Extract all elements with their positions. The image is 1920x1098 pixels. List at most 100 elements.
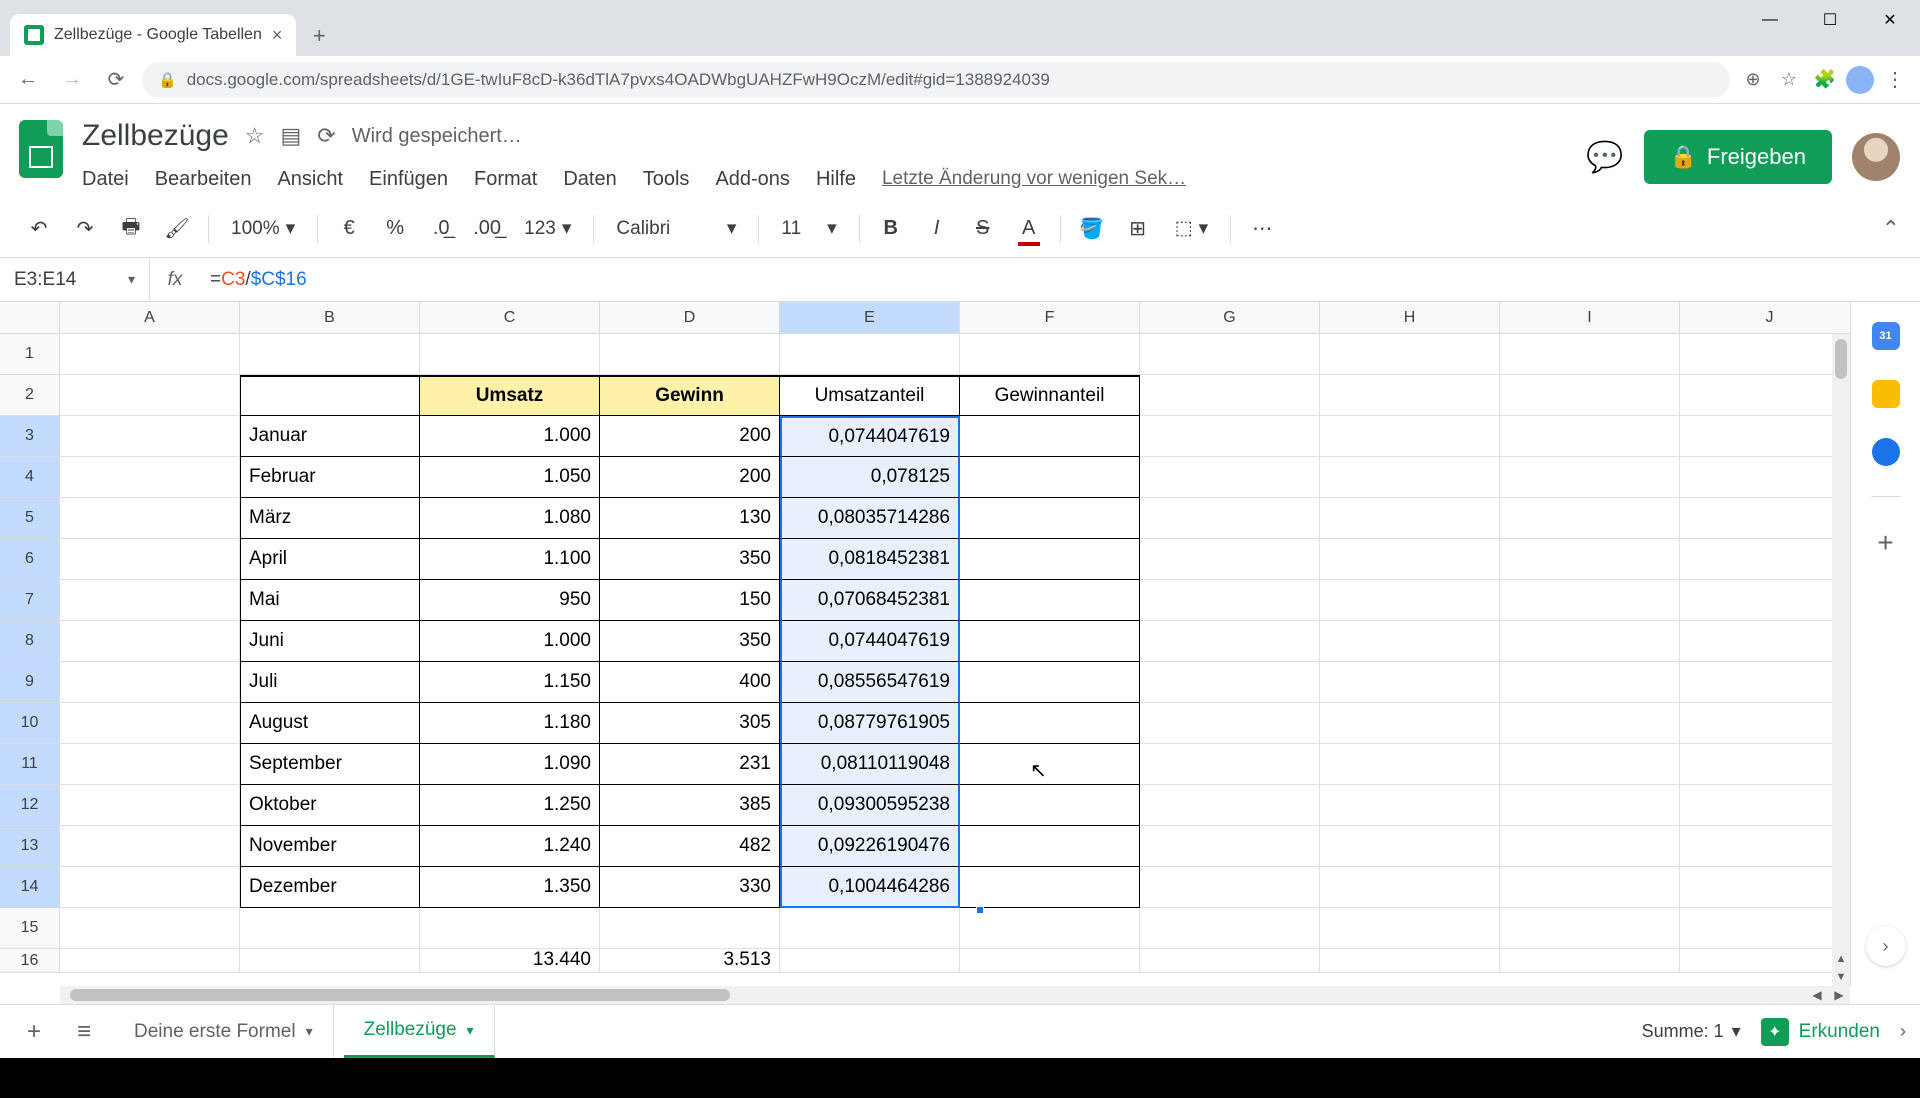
cell[interactable] (60, 744, 240, 785)
row-header[interactable]: 13 (0, 826, 60, 867)
close-window-button[interactable]: ✕ (1860, 0, 1920, 40)
column-header[interactable]: B (240, 302, 420, 334)
cell[interactable] (1140, 621, 1320, 662)
menu-tools[interactable]: Tools (643, 168, 690, 191)
hscroll-left-icon[interactable]: ◀ (1806, 986, 1828, 1004)
cell[interactable] (60, 416, 240, 457)
merge-button[interactable]: ⬚▾ (1165, 217, 1219, 240)
cell[interactable]: Dezember (240, 867, 420, 908)
decrease-decimal-button[interactable]: .0̲ (422, 210, 460, 248)
cell[interactable] (960, 908, 1140, 949)
zoom-dropdown[interactable]: 100%▾ (221, 217, 305, 240)
bold-button[interactable]: B (872, 210, 910, 248)
cell[interactable] (1320, 416, 1500, 457)
cell[interactable] (1320, 457, 1500, 498)
paint-format-button[interactable]: 🖌 (158, 210, 196, 248)
undo-button[interactable]: ↶ (20, 210, 58, 248)
cell[interactable] (960, 334, 1140, 375)
sheet-tab-active[interactable]: Zellbezüge▾ (344, 1005, 495, 1058)
tasks-icon[interactable] (1872, 438, 1900, 466)
cell[interactable] (240, 908, 420, 949)
cell[interactable] (1140, 457, 1320, 498)
cell[interactable] (1680, 334, 1850, 375)
cell[interactable] (1500, 375, 1680, 416)
cell[interactable] (960, 744, 1140, 785)
column-header[interactable]: D (600, 302, 780, 334)
move-icon[interactable]: ▤ (281, 123, 302, 149)
cell[interactable]: 305 (600, 703, 780, 744)
cell[interactable] (60, 908, 240, 949)
cell[interactable]: Oktober (240, 785, 420, 826)
cell[interactable] (1140, 334, 1320, 375)
column-header[interactable]: I (1500, 302, 1680, 334)
cell[interactable] (1500, 539, 1680, 580)
cell[interactable] (60, 621, 240, 662)
cell[interactable] (420, 908, 600, 949)
percent-button[interactable]: % (376, 210, 414, 248)
cell[interactable] (60, 539, 240, 580)
add-addon-button[interactable]: + (1877, 527, 1893, 559)
column-header[interactable]: H (1320, 302, 1500, 334)
cell[interactable] (1500, 867, 1680, 908)
cell[interactable]: 1.350 (420, 867, 600, 908)
cell[interactable] (1320, 662, 1500, 703)
cell[interactable] (960, 580, 1140, 621)
cell[interactable]: 0,08035714286 (780, 498, 960, 539)
cell[interactable] (1500, 580, 1680, 621)
row-header[interactable]: 9 (0, 662, 60, 703)
cell[interactable] (1320, 498, 1500, 539)
row-header[interactable]: 4 (0, 457, 60, 498)
chevron-down-icon[interactable]: ▾ (467, 1022, 474, 1039)
cell[interactable] (1680, 621, 1850, 662)
cell[interactable] (420, 334, 600, 375)
cell[interactable] (60, 580, 240, 621)
column-header[interactable]: J (1680, 302, 1850, 334)
row-header[interactable]: 10 (0, 703, 60, 744)
print-button[interactable]: 🖶 (112, 210, 150, 248)
cell[interactable]: April (240, 539, 420, 580)
cell[interactable] (60, 826, 240, 867)
cell[interactable]: 400 (600, 662, 780, 703)
cell[interactable] (60, 457, 240, 498)
menu-insert[interactable]: Einfügen (369, 168, 448, 191)
comments-icon[interactable]: 💬 (1586, 140, 1623, 175)
cell[interactable] (1320, 375, 1500, 416)
reload-button[interactable]: ⟳ (98, 62, 134, 98)
cell[interactable] (960, 867, 1140, 908)
maximize-button[interactable]: ☐ (1800, 0, 1860, 40)
cell[interactable]: 3.513 (600, 949, 780, 973)
cell[interactable] (1680, 785, 1850, 826)
currency-button[interactable]: € (330, 210, 368, 248)
menu-format[interactable]: Format (474, 168, 537, 191)
share-button[interactable]: 🔒 Freigeben (1644, 130, 1832, 184)
cell[interactable] (780, 334, 960, 375)
cell[interactable] (1500, 785, 1680, 826)
cell[interactable] (240, 375, 420, 416)
row-header[interactable]: 1 (0, 334, 60, 375)
increase-decimal-button[interactable]: .00̲ (468, 210, 506, 248)
forward-button[interactable]: → (54, 62, 90, 98)
cell[interactable] (1680, 662, 1850, 703)
cell[interactable]: Gewinn (600, 375, 780, 416)
row-header[interactable]: 6 (0, 539, 60, 580)
fill-color-button[interactable]: 🪣 (1073, 210, 1111, 248)
cell[interactable]: 1.240 (420, 826, 600, 867)
explore-button[interactable]: ✦ Erkunden (1761, 1018, 1880, 1046)
cell[interactable] (1140, 949, 1320, 973)
cell[interactable]: 350 (600, 539, 780, 580)
cell[interactable] (1140, 375, 1320, 416)
cell[interactable]: Februar (240, 457, 420, 498)
cell[interactable] (960, 826, 1140, 867)
cell[interactable] (1500, 621, 1680, 662)
row-header[interactable]: 8 (0, 621, 60, 662)
cell[interactable]: 1.100 (420, 539, 600, 580)
cell[interactable]: 130 (600, 498, 780, 539)
cell[interactable] (1140, 498, 1320, 539)
star-icon[interactable]: ☆ (245, 123, 265, 149)
cell[interactable]: August (240, 703, 420, 744)
cell[interactable] (1500, 908, 1680, 949)
borders-button[interactable]: ⊞ (1119, 210, 1157, 248)
expand-explore-icon[interactable]: › (1900, 1021, 1906, 1042)
cell[interactable]: 1.250 (420, 785, 600, 826)
minimize-button[interactable]: — (1740, 0, 1800, 40)
